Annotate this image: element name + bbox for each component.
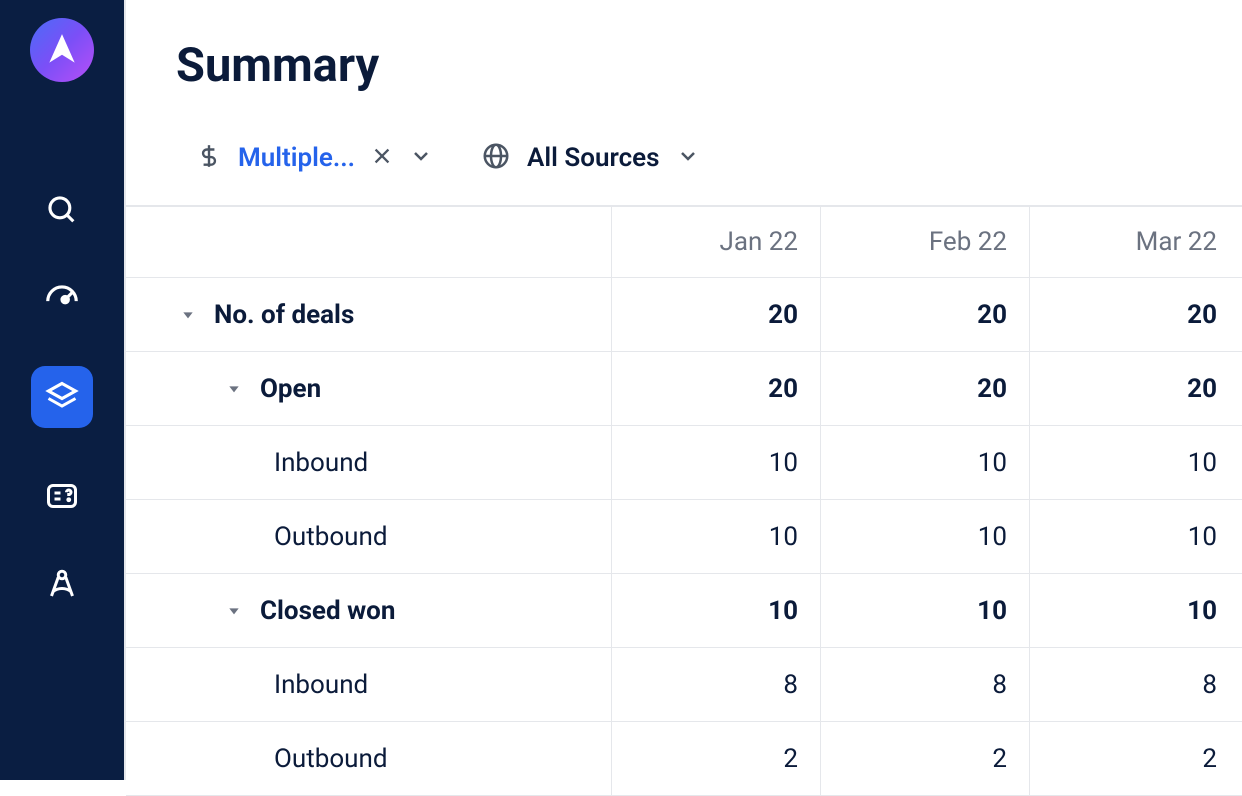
row-label-cell[interactable]: Closed won — [126, 574, 612, 647]
summary-table: Jan 22 Feb 22 Mar 22 No. of deals202020O… — [126, 205, 1242, 796]
filter-sources[interactable]: All Sources — [481, 141, 699, 175]
triangle-down-icon — [226, 603, 242, 619]
row-label: Inbound — [274, 670, 368, 700]
layers-icon — [44, 379, 80, 415]
close-icon — [371, 145, 393, 167]
app-logo[interactable] — [30, 18, 94, 82]
chevron-down-icon — [676, 144, 700, 168]
table-row: Open202020 — [126, 352, 1242, 426]
row-label-cell[interactable]: No. of deals — [126, 278, 612, 351]
row-label: Outbound — [274, 522, 388, 552]
table-row: Inbound101010 — [126, 426, 1242, 500]
sidebar — [0, 0, 124, 780]
table-row: No. of deals202020 — [126, 278, 1242, 352]
filter-row: Multiple... — [176, 141, 1192, 175]
gauge-icon — [43, 279, 81, 317]
triangle-down-icon — [226, 381, 242, 397]
table-column-header: Feb 22 — [821, 207, 1030, 277]
page-title: Summary — [176, 38, 1192, 93]
table-row: Closed won101010 — [126, 574, 1242, 648]
globe-icon — [481, 141, 511, 175]
row-value: 20 — [821, 352, 1030, 425]
table-row: Outbound101010 — [126, 500, 1242, 574]
table-column-header: Mar 22 — [1030, 207, 1239, 277]
table-row: Outbound222 — [126, 722, 1242, 796]
help-card-icon — [44, 478, 80, 514]
row-value: 2 — [612, 722, 821, 795]
row-label-cell[interactable]: Open — [126, 352, 612, 425]
expand-toggle[interactable] — [226, 381, 242, 397]
compass-icon — [44, 566, 80, 602]
filter-sources-dropdown[interactable] — [676, 144, 700, 172]
triangle-down-icon — [180, 307, 196, 323]
row-label: Closed won — [260, 596, 395, 626]
table-body: No. of deals202020Open202020Inbound10101… — [126, 278, 1242, 796]
row-value: 10 — [1030, 500, 1239, 573]
filter-pipeline-clear[interactable] — [371, 145, 393, 171]
row-value: 10 — [1030, 574, 1239, 647]
dollar-icon — [196, 143, 222, 173]
row-label-cell: Inbound — [126, 648, 612, 721]
row-label: Inbound — [274, 448, 368, 478]
nav-search[interactable] — [42, 190, 82, 230]
row-value: 10 — [821, 426, 1030, 499]
row-label-cell: Outbound — [126, 722, 612, 795]
row-value: 8 — [612, 648, 821, 721]
nav-compass[interactable] — [42, 564, 82, 604]
table-header-row: Jan 22 Feb 22 Mar 22 — [126, 207, 1242, 278]
nav-dashboard[interactable] — [42, 278, 82, 318]
expand-toggle[interactable] — [226, 603, 242, 619]
table-row: Inbound888 — [126, 648, 1242, 722]
nav-layers-active[interactable] — [31, 366, 93, 428]
row-value: 10 — [821, 574, 1030, 647]
chevron-down-icon — [409, 144, 433, 168]
row-value: 20 — [1030, 278, 1239, 351]
filter-pipeline-label: Multiple... — [238, 143, 355, 173]
row-value: 2 — [1030, 722, 1239, 795]
expand-toggle[interactable] — [180, 307, 196, 323]
row-value: 10 — [612, 500, 821, 573]
logo-arrow-icon — [43, 31, 81, 69]
row-value: 10 — [1030, 426, 1239, 499]
row-value: 10 — [612, 426, 821, 499]
row-value: 10 — [821, 500, 1030, 573]
filter-sources-label: All Sources — [527, 143, 659, 173]
table-column-header: Jan 22 — [612, 207, 821, 277]
filter-pipeline-dropdown[interactable] — [409, 144, 433, 172]
row-label-cell: Outbound — [126, 500, 612, 573]
row-label-cell: Inbound — [126, 426, 612, 499]
main-content: Summary Multiple... — [124, 0, 1242, 780]
row-value: 20 — [612, 278, 821, 351]
row-value: 20 — [612, 352, 821, 425]
header-area: Summary Multiple... — [126, 0, 1242, 205]
row-value: 20 — [1030, 352, 1239, 425]
filter-pipeline[interactable]: Multiple... — [196, 143, 433, 173]
row-label: Outbound — [274, 744, 388, 774]
row-value: 2 — [821, 722, 1030, 795]
row-label: Open — [260, 374, 321, 404]
row-label: No. of deals — [214, 300, 354, 330]
row-value: 8 — [1030, 648, 1239, 721]
table-header-empty — [126, 207, 612, 277]
search-icon — [45, 193, 79, 227]
row-value: 10 — [612, 574, 821, 647]
nav-help[interactable] — [42, 476, 82, 516]
row-value: 8 — [821, 648, 1030, 721]
row-value: 20 — [821, 278, 1030, 351]
